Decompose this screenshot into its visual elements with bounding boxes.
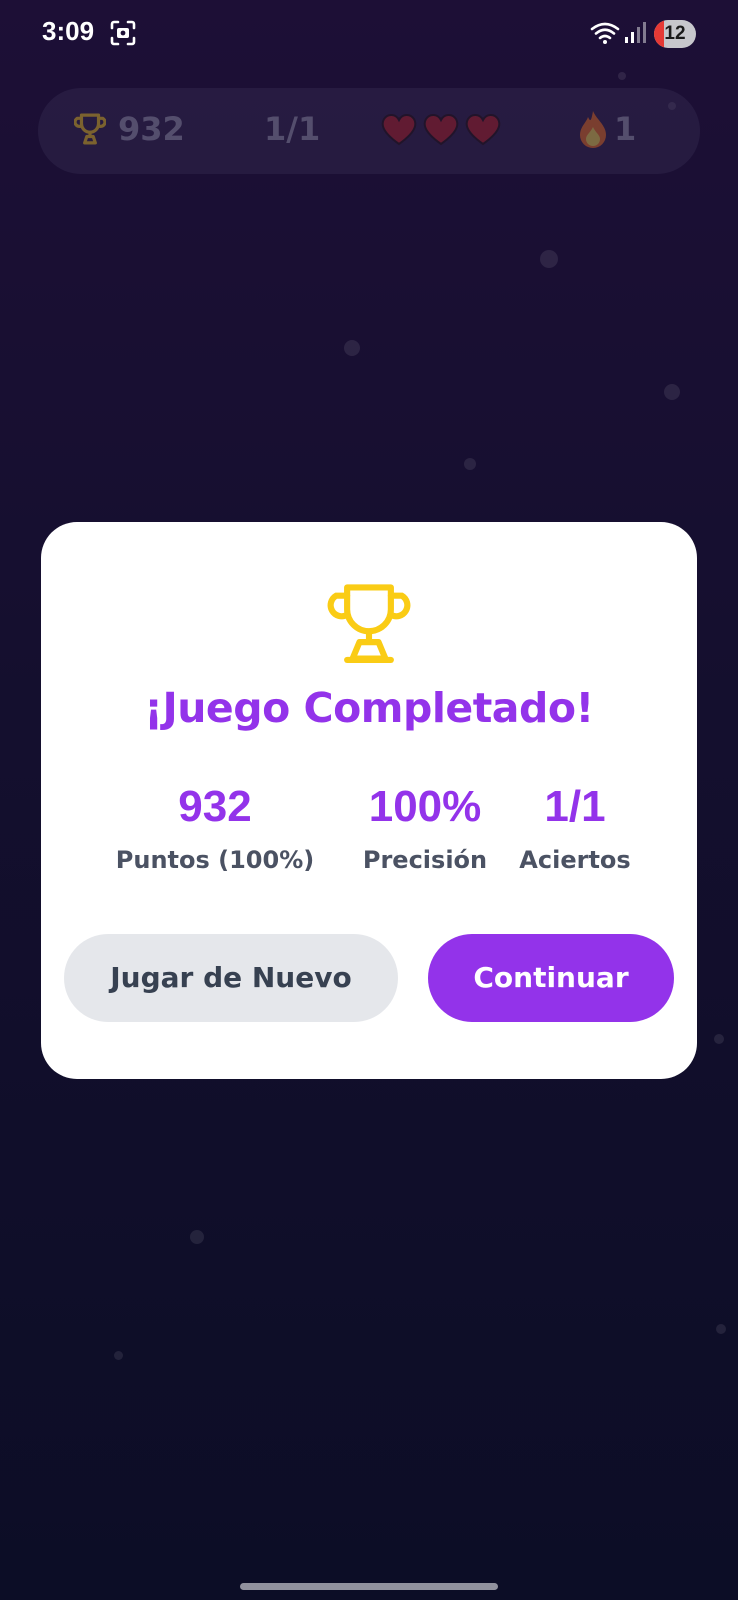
signal-icon: [624, 22, 646, 48]
correct-answers-value: 1/1: [544, 782, 606, 831]
battery-indicator: 12: [654, 20, 696, 48]
status-time: 3:09: [42, 16, 95, 46]
heart-icon: [381, 114, 417, 146]
battery-level: 12: [664, 23, 686, 44]
score-label: Puntos (100%): [115, 846, 315, 874]
accuracy-value: 100%: [368, 782, 482, 831]
hud-score: 932: [118, 110, 185, 148]
hud-streak: 1: [614, 110, 637, 148]
lives-indicator: [380, 112, 502, 146]
particle: [464, 458, 476, 470]
trophy-icon: [327, 582, 411, 668]
accuracy-label: Precisión: [362, 846, 488, 874]
particle: [716, 1324, 726, 1334]
particle: [618, 72, 626, 80]
game-hud: 932 1/1 1: [38, 88, 700, 174]
heart-icon: [465, 114, 501, 146]
particle: [344, 340, 360, 356]
particle: [714, 1034, 724, 1044]
correct-answers-label: Aciertos: [519, 846, 631, 874]
play-again-button[interactable]: Jugar de Nuevo: [64, 934, 398, 1022]
home-indicator[interactable]: [240, 1583, 498, 1590]
fire-icon: [576, 109, 610, 153]
screenshot-icon: [110, 20, 136, 50]
particle: [540, 250, 558, 268]
status-bar: 3:09 12: [0, 0, 738, 68]
hud-progress: 1/1: [264, 110, 321, 148]
particle: [190, 1230, 204, 1244]
particle: [664, 384, 680, 400]
trophy-icon: [73, 113, 107, 149]
wifi-icon: [590, 21, 620, 49]
dialog-title: ¡Juego Completado!: [144, 684, 594, 732]
score-value: 932: [178, 782, 252, 831]
game-complete-dialog: ¡Juego Completado! 932 Puntos (100%) 100…: [41, 522, 697, 1079]
particle: [114, 1351, 123, 1360]
heart-icon: [423, 114, 459, 146]
continue-button[interactable]: Continuar: [428, 934, 674, 1022]
